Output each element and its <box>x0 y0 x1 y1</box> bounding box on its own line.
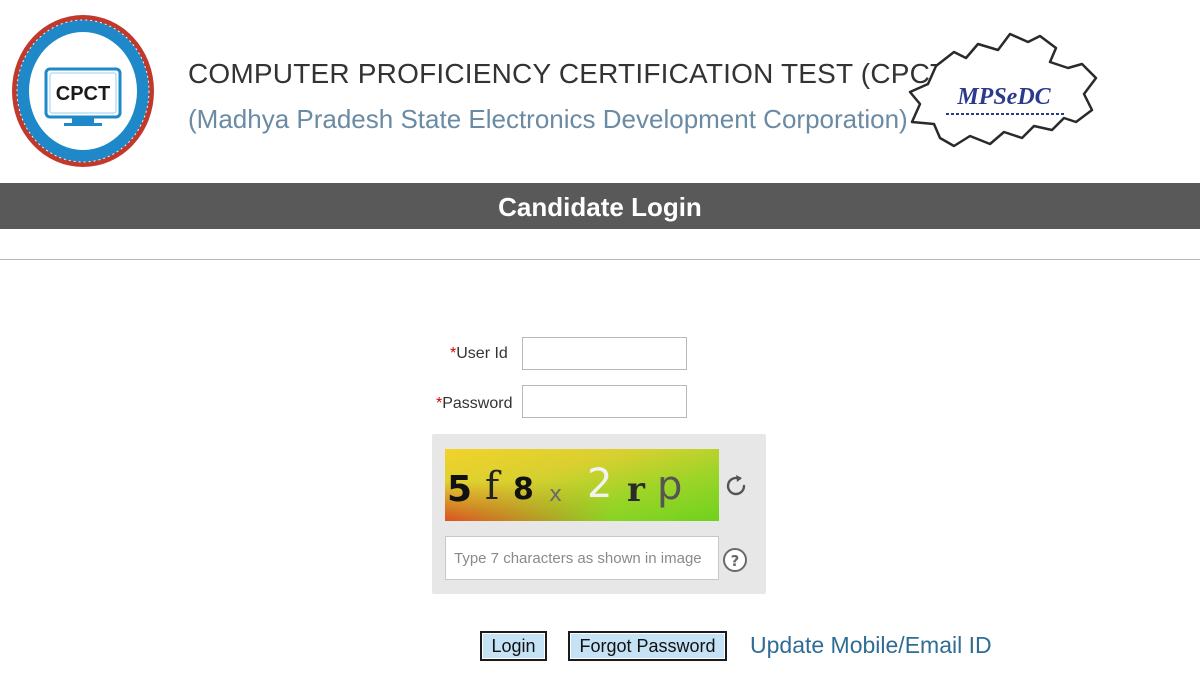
user-id-input[interactable] <box>522 337 687 370</box>
seal-text: CPCT <box>56 83 110 105</box>
help-icon[interactable]: ? <box>722 547 748 573</box>
user-id-label: *User Id <box>450 345 508 363</box>
page-subtitle: (Madhya Pradesh State Electronics Develo… <box>188 104 908 134</box>
password-label: *Password <box>436 395 512 413</box>
password-label-text: Password <box>442 395 513 412</box>
captcha-char: p <box>657 463 682 509</box>
help-symbol: ? <box>731 552 740 570</box>
header: CPCT COMPUTER PROFICIENCY CERTIFICATION … <box>0 0 1200 183</box>
captcha-char: x <box>549 482 562 507</box>
login-button[interactable]: Login <box>480 631 547 661</box>
captcha-char: 8 <box>513 472 534 507</box>
captcha-input[interactable] <box>445 536 719 580</box>
update-mobile-email-link[interactable]: Update Mobile/Email ID <box>750 632 992 659</box>
password-input[interactable] <box>522 385 687 418</box>
divider <box>0 259 1200 260</box>
forgot-password-button[interactable]: Forgot Password <box>568 631 727 661</box>
captcha-char: 2 <box>587 461 612 507</box>
captcha-panel: 5 f 8 x 2 r p ? <box>432 434 766 594</box>
cpct-seal-logo: CPCT <box>12 15 154 167</box>
captcha-char: r <box>627 470 646 510</box>
refresh-captcha-icon[interactable] <box>722 472 750 500</box>
page-title: COMPUTER PROFICIENCY CERTIFICATION TEST … <box>188 58 957 89</box>
mpsedc-logo-text: MPSeDC <box>956 84 1051 110</box>
candidate-login-banner: Candidate Login <box>0 183 1200 229</box>
user-id-label-text: User Id <box>456 345 508 362</box>
captcha-char: 5 <box>447 469 472 510</box>
captcha-image: 5 f 8 x 2 r p <box>445 449 719 521</box>
mpsedc-map-logo: MPSeDC <box>908 32 1098 148</box>
